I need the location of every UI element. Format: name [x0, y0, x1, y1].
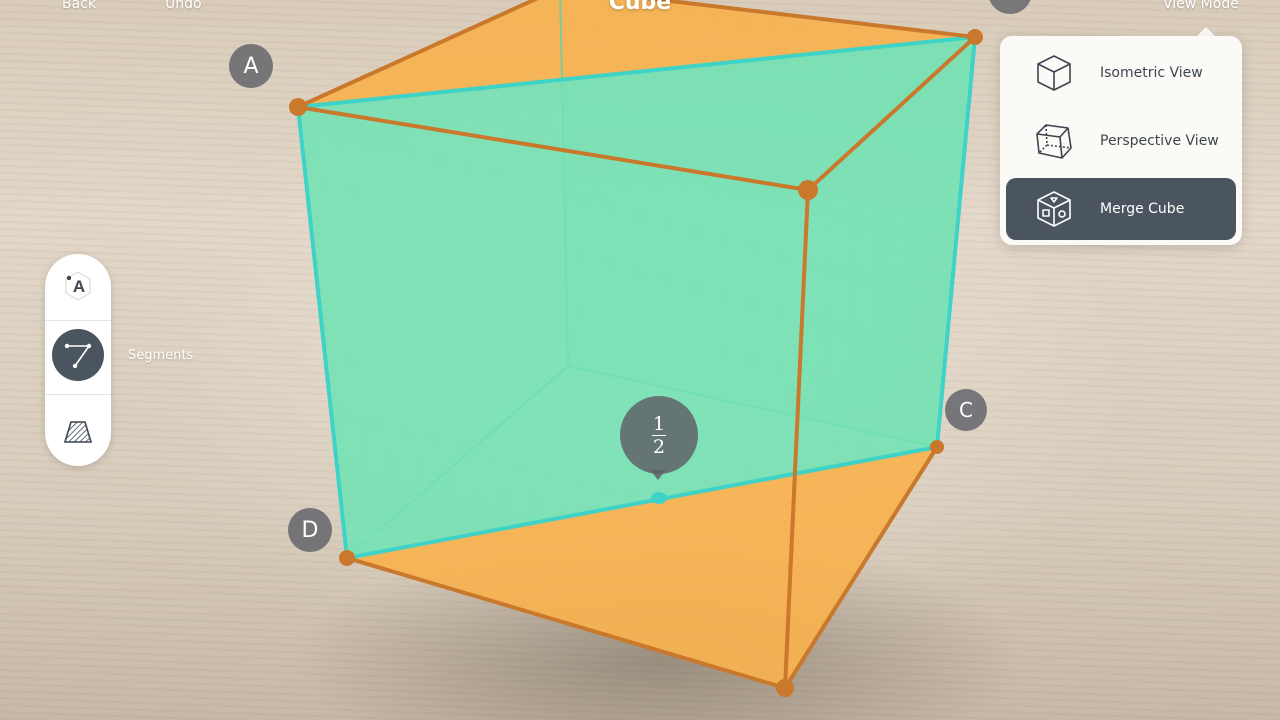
point-tool-button[interactable]: A [52, 260, 104, 312]
tool-palette: A [45, 254, 111, 466]
toolbar-divider [45, 394, 111, 395]
hatched-plane-icon [63, 421, 93, 443]
point-icon-letter: A [73, 277, 85, 296]
ratio-numerator: 1 [652, 412, 666, 435]
vertex-c-point[interactable] [930, 440, 944, 454]
menu-item-label: Perspective View [1100, 133, 1219, 149]
vertex-b-point[interactable] [967, 29, 983, 45]
menu-item-perspective-view[interactable]: Perspective View [1006, 110, 1236, 172]
menu-item-label: Isometric View [1100, 65, 1203, 81]
vertex-a-point[interactable] [289, 98, 307, 116]
vertex-d-point[interactable] [339, 550, 355, 566]
vertex-label-d: D [288, 508, 332, 552]
midpoint-ratio-bubble: 1 2 [620, 396, 698, 474]
menu-item-label: Merge Cube [1100, 201, 1185, 217]
view-mode-menu: Isometric View Perspective View Merge Cu… [1000, 36, 1242, 245]
undo-button[interactable]: Undo [165, 0, 202, 12]
menu-item-isometric-view[interactable]: Isometric View [1006, 42, 1236, 104]
point-label-icon: A [65, 271, 91, 301]
back-button[interactable]: Back [62, 0, 96, 12]
vertex-b-label-bubble [989, 0, 1031, 14]
isometric-cube-icon [1037, 55, 1071, 91]
segment-icon [64, 343, 92, 369]
vertex-front-top-point[interactable] [798, 180, 818, 200]
segments-tool-button[interactable] [52, 329, 104, 381]
vertex-label-a: A [229, 44, 273, 88]
midpoint-marker[interactable] [651, 492, 667, 504]
merge-cube-icon [1037, 191, 1071, 227]
vertex-bottom-point[interactable] [776, 679, 794, 697]
vertex-label-c: C [945, 389, 987, 431]
ratio-bubble-pointer [650, 470, 666, 480]
view-mode-button[interactable]: View Mode [1163, 0, 1239, 12]
perspective-cube-icon [1036, 124, 1072, 159]
ratio-denominator: 2 [652, 435, 666, 458]
plane-tool-button[interactable] [52, 406, 104, 458]
active-tool-caption: Segments [128, 348, 194, 363]
toolbar-divider [45, 320, 111, 321]
menu-item-merge-cube[interactable]: Merge Cube [1006, 178, 1236, 240]
